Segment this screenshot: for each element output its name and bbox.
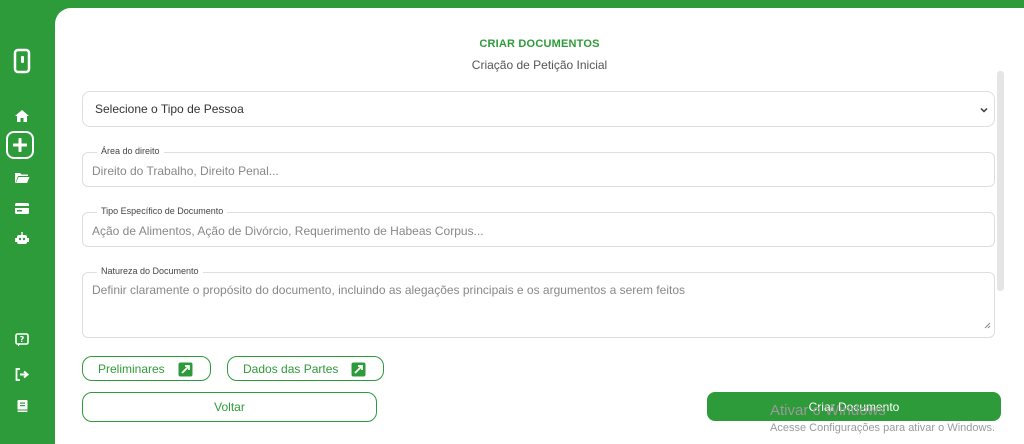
area-placeholder: Direito do Trabalho, Direito Penal... <box>92 164 279 178</box>
robot-icon[interactable] <box>12 229 32 249</box>
folder-icon[interactable] <box>12 167 32 187</box>
add-icon[interactable] <box>6 131 34 159</box>
page-subtitle: Criação de Petição Inicial <box>471 58 608 72</box>
windows-activation-title: Ativar o Windows <box>770 402 886 419</box>
preliminares-button[interactable]: Preliminares <box>82 356 211 381</box>
help-icon[interactable]: ? <box>12 330 32 350</box>
doc-type-label: Tipo Específico de Documento <box>97 206 228 216</box>
voltar-label: Voltar <box>214 400 245 414</box>
windows-activation-text: Acesse Configurações para ativar o Windo… <box>770 422 995 434</box>
person-type-select[interactable]: Selecione o Tipo de Pessoa <box>82 91 995 127</box>
area-label: Área do direito <box>97 146 164 156</box>
scrollbar[interactable] <box>997 71 1004 291</box>
preliminares-label: Preliminares <box>98 361 165 376</box>
dados-partes-label: Dados das Partes <box>243 361 339 376</box>
resize-handle-icon[interactable] <box>984 316 991 334</box>
external-link-icon <box>351 362 366 380</box>
home-icon[interactable] <box>12 106 32 126</box>
doc-type-placeholder: Ação de Alimentos, Ação de Divórcio, Req… <box>92 224 484 238</box>
doc-type-field[interactable]: Tipo Específico de Documento Ação de Ali… <box>82 206 995 247</box>
book-icon[interactable] <box>12 396 32 416</box>
voltar-button[interactable]: Voltar <box>82 392 377 422</box>
area-field[interactable]: Área do direito Direito do Trabalho, Dir… <box>82 146 995 187</box>
logo-icon <box>13 48 35 76</box>
main-panel: CRIAR DOCUMENTOS Criação de Petição Inic… <box>55 8 1024 444</box>
logout-icon[interactable] <box>12 364 32 384</box>
sidebar: ? <box>0 0 55 444</box>
external-link-icon <box>178 362 193 380</box>
dados-partes-button[interactable]: Dados das Partes <box>227 356 384 381</box>
nature-placeholder: Definir claramente o propósito do docume… <box>92 283 685 297</box>
chevron-down-icon <box>979 104 989 118</box>
nature-textarea[interactable]: Natureza do Documento Definir claramente… <box>82 266 995 338</box>
svg-text:?: ? <box>20 335 25 344</box>
card-icon[interactable] <box>12 198 32 218</box>
nature-label: Natureza do Documento <box>97 266 203 276</box>
page-title: CRIAR DOCUMENTOS <box>479 38 600 50</box>
person-type-value: Selecione o Tipo de Pessoa <box>95 102 244 116</box>
